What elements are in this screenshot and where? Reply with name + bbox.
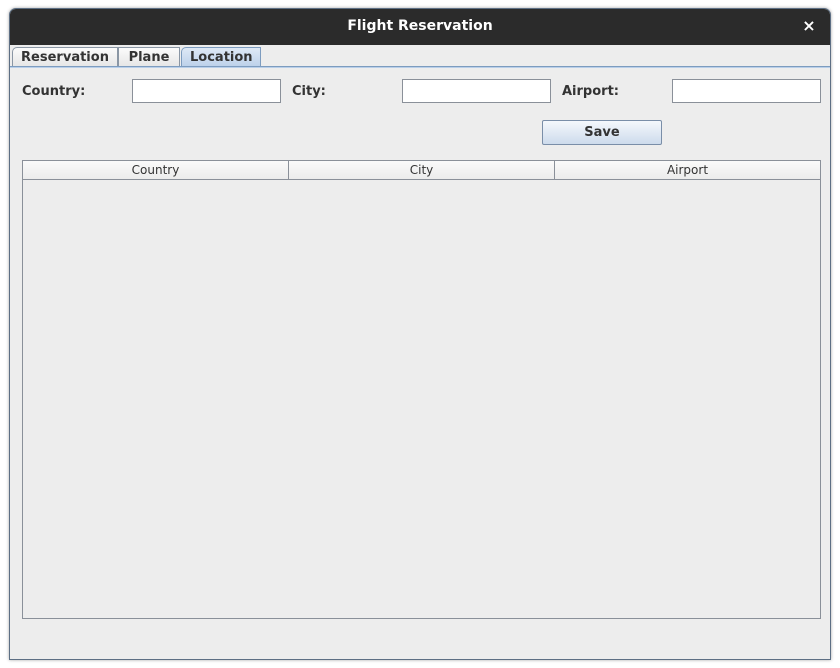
airport-label: Airport: [562,84,619,99]
column-header-city[interactable]: City [289,161,555,179]
country-label: Country: [22,84,86,99]
airport-field[interactable] [672,79,821,103]
column-header-airport[interactable]: Airport [555,161,820,179]
location-panel: Country: City: Airport: Save Country Cit… [10,68,830,659]
city-label: City: [292,84,326,99]
app-window: Flight Reservation × Reservation Plane L… [9,8,831,660]
column-header-country[interactable]: Country [23,161,289,179]
title-bar[interactable]: Flight Reservation × [10,9,830,45]
locations-table[interactable]: Country City Airport [22,160,821,619]
city-field[interactable] [402,79,551,103]
close-icon[interactable]: × [798,15,820,37]
tab-reservation[interactable]: Reservation [12,47,118,68]
window-title: Flight Reservation [347,18,493,34]
table-body[interactable] [23,181,820,618]
tab-plane[interactable]: Plane [118,47,180,68]
table-header: Country City Airport [23,161,820,180]
tab-location[interactable]: Location [181,47,261,68]
country-field[interactable] [132,79,281,103]
save-button[interactable]: Save [542,120,662,145]
